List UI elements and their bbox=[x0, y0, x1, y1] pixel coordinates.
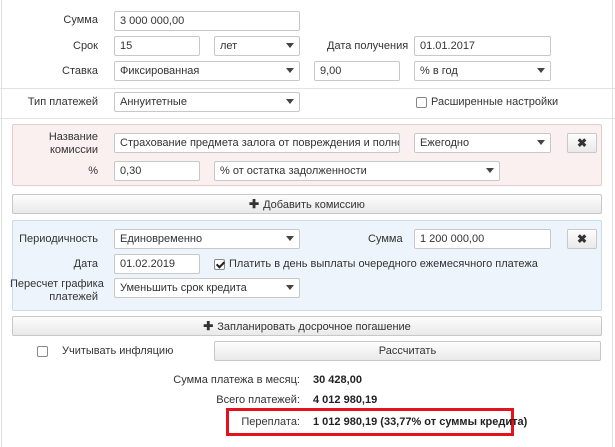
early-date-label: Дата bbox=[73, 258, 98, 270]
payment-type-select[interactable]: Аннуитетные bbox=[114, 92, 300, 112]
calculate-label: Рассчитать bbox=[378, 345, 437, 357]
add-commission-button[interactable]: ✚ Добавить комиссию bbox=[12, 194, 602, 214]
plus-icon: ✚ bbox=[249, 197, 260, 211]
overpayment-label: Переплата: bbox=[241, 416, 300, 428]
recalc-select[interactable]: Уменьшить срок кредита bbox=[114, 278, 300, 298]
commission-name-label-2: комиссии bbox=[49, 144, 98, 156]
remove-early-repayment-button[interactable]: ✖ bbox=[567, 229, 597, 249]
sum-input[interactable]: 3 000 000,00 bbox=[114, 11, 300, 31]
section-divider bbox=[0, 118, 615, 119]
early-date-input[interactable]: 01.02.2019 bbox=[114, 254, 200, 274]
close-icon: ✖ bbox=[576, 136, 588, 150]
term-unit-select[interactable]: лет bbox=[214, 36, 300, 56]
overpayment-value: 1 012 980,19 (33,77% от суммы кредита) bbox=[313, 416, 528, 428]
commission-name-label-1: Название bbox=[48, 131, 98, 143]
section-divider bbox=[0, 88, 615, 89]
pay-on-payment-day-checkbox[interactable] bbox=[214, 259, 225, 270]
payment-type-value: Аннуитетные bbox=[120, 96, 187, 108]
plus-icon: ✚ bbox=[203, 319, 214, 333]
rate-unit-select[interactable]: % в год bbox=[414, 61, 551, 81]
chevron-down-icon bbox=[286, 43, 294, 48]
periodicity-select[interactable]: Единовременно bbox=[114, 229, 300, 249]
monthly-payment-label: Сумма платежа в месяц: bbox=[173, 374, 300, 386]
rate-label: Ставка bbox=[62, 65, 98, 77]
advanced-settings-checkbox[interactable] bbox=[416, 97, 427, 108]
chevron-down-icon bbox=[286, 236, 294, 241]
chevron-down-icon bbox=[537, 140, 545, 145]
commission-percent-input[interactable]: 0,30 bbox=[114, 161, 200, 181]
payment-type-label: Тип платежей bbox=[27, 96, 98, 108]
close-icon: ✖ bbox=[576, 232, 588, 246]
commission-base-select[interactable]: % от остатка задолженности bbox=[214, 161, 500, 181]
chevron-down-icon bbox=[286, 68, 294, 73]
date-label: Дата получения bbox=[327, 40, 409, 52]
add-early-repayment-label: Запланировать досрочное погашение bbox=[217, 321, 411, 333]
commission-percent-label: % bbox=[88, 165, 98, 177]
left-frame-line bbox=[1, 0, 2, 447]
periodicity-value: Единовременно bbox=[120, 233, 203, 245]
calculate-button[interactable]: Рассчитать bbox=[214, 341, 601, 361]
chevron-down-icon bbox=[286, 99, 294, 104]
chevron-down-icon bbox=[486, 168, 494, 173]
add-commission-label: Добавить комиссию bbox=[263, 199, 365, 211]
advanced-settings-label: Расширенные настройки bbox=[431, 96, 559, 108]
recalc-label-1: Пересчет графика bbox=[10, 278, 104, 290]
rate-unit-value: % в год bbox=[420, 65, 458, 77]
commission-name-input[interactable]: Страхование предмета залога от поврежден… bbox=[114, 133, 400, 153]
total-payments-value: 4 012 980,19 bbox=[313, 394, 378, 406]
add-early-repayment-button[interactable]: ✚ Запланировать досрочное погашение bbox=[12, 316, 602, 336]
term-label: Срок bbox=[73, 40, 98, 52]
date-input[interactable]: 01.01.2017 bbox=[414, 36, 551, 56]
periodicity-label: Периодичность bbox=[19, 233, 98, 245]
commission-frequency-value: Ежегодно bbox=[420, 137, 470, 149]
inflation-checkbox[interactable] bbox=[37, 346, 48, 357]
rate-input[interactable]: 9,00 bbox=[314, 61, 400, 81]
term-unit-value: лет bbox=[220, 40, 238, 52]
recalc-label-2: платежей bbox=[49, 291, 98, 303]
total-payments-label: Всего платежей: bbox=[216, 394, 300, 406]
sum-label: Сумма bbox=[63, 14, 98, 26]
commission-frequency-select[interactable]: Ежегодно bbox=[414, 133, 551, 153]
remove-commission-button[interactable]: ✖ bbox=[567, 133, 597, 153]
chevron-down-icon bbox=[286, 285, 294, 290]
right-frame-line bbox=[612, 0, 613, 447]
early-sum-label: Сумма bbox=[368, 233, 403, 245]
pay-on-payment-day-label: Платить в день выплаты очередного ежемес… bbox=[229, 258, 538, 270]
inflation-label: Учитывать инфляцию bbox=[62, 345, 174, 357]
rate-type-value: Фиксированная bbox=[120, 65, 200, 77]
commission-base-value: % от остатка задолженности bbox=[220, 165, 367, 177]
monthly-payment-value: 30 428,00 bbox=[313, 374, 362, 386]
recalc-value: Уменьшить срок кредита bbox=[120, 282, 247, 294]
early-sum-input[interactable]: 1 200 000,00 bbox=[414, 229, 551, 249]
chevron-down-icon bbox=[537, 68, 545, 73]
rate-type-select[interactable]: Фиксированная bbox=[114, 61, 300, 81]
term-input[interactable]: 15 bbox=[114, 36, 200, 56]
